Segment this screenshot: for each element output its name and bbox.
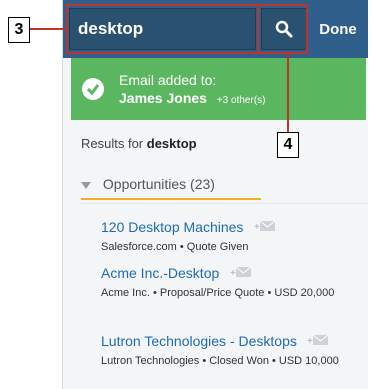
item-meta: Acme Inc. • Proposal/Price Quote • USD 2… [101,287,335,300]
search-toolbar: desktop Done [63,0,368,58]
callout-leader-4 [287,54,289,132]
results-prefix: Results for [81,136,144,151]
callout-leader-3 [30,28,66,30]
search-panel: desktop Done Email added to: James Jones… [62,0,368,389]
item-title[interactable]: Lutron Technologies - Desktops [101,333,297,349]
toast-recipient-extra: +3 other(s) [216,95,266,106]
callout-4: 4 [277,132,299,158]
done-button[interactable]: Done [311,8,365,50]
add-email-icon[interactable]: + [307,333,329,351]
highlight-search-button [258,4,308,6]
list-item[interactable]: 120 Desktop Machines + Salesforce.com • … [101,219,361,254]
search-input[interactable]: desktop [69,8,256,50]
callout-3: 3 [8,17,30,43]
highlight-search-input [66,4,259,6]
section-label: Opportunities (23) [102,176,215,192]
list-item[interactable]: Acme Inc.-Desktop + Acme Inc. • Proposal… [101,265,361,300]
check-icon [82,78,104,100]
search-button[interactable] [261,8,307,50]
add-email-icon[interactable]: + [230,265,252,283]
highlight-search-button [258,52,308,54]
item-meta: Salesforce.com • Quote Given [101,241,249,254]
divider [81,203,368,204]
toast-message: Email added to: [119,72,217,88]
add-email-icon[interactable]: + [254,219,276,237]
section-opportunities[interactable]: Opportunities (23) [81,176,215,192]
toast-recipient-name: James Jones [119,90,207,106]
section-underline [81,198,261,200]
svg-text:+: + [230,268,236,278]
highlight-search-input [66,4,68,54]
list-item[interactable]: Lutron Technologies - Desktops + Lutron … [101,333,361,368]
item-title[interactable]: 120 Desktop Machines [101,219,243,235]
results-query: desktop [146,136,197,151]
collapse-triangle-icon [81,181,91,189]
svg-text:+: + [307,336,313,346]
email-added-toast: Email added to: James Jones +3 other(s) [71,58,366,120]
search-icon [275,20,293,38]
toast-recipient: James Jones +3 other(s) [119,90,265,106]
item-title[interactable]: Acme Inc.-Desktop [101,265,219,281]
results-heading: Results for desktop [81,136,197,151]
highlight-search-button [306,4,308,54]
item-meta: Lutron Technologies • Closed Won • USD 1… [101,355,339,368]
svg-text:+: + [254,222,260,232]
highlight-search-input [257,4,259,54]
highlight-search-input [66,52,259,54]
